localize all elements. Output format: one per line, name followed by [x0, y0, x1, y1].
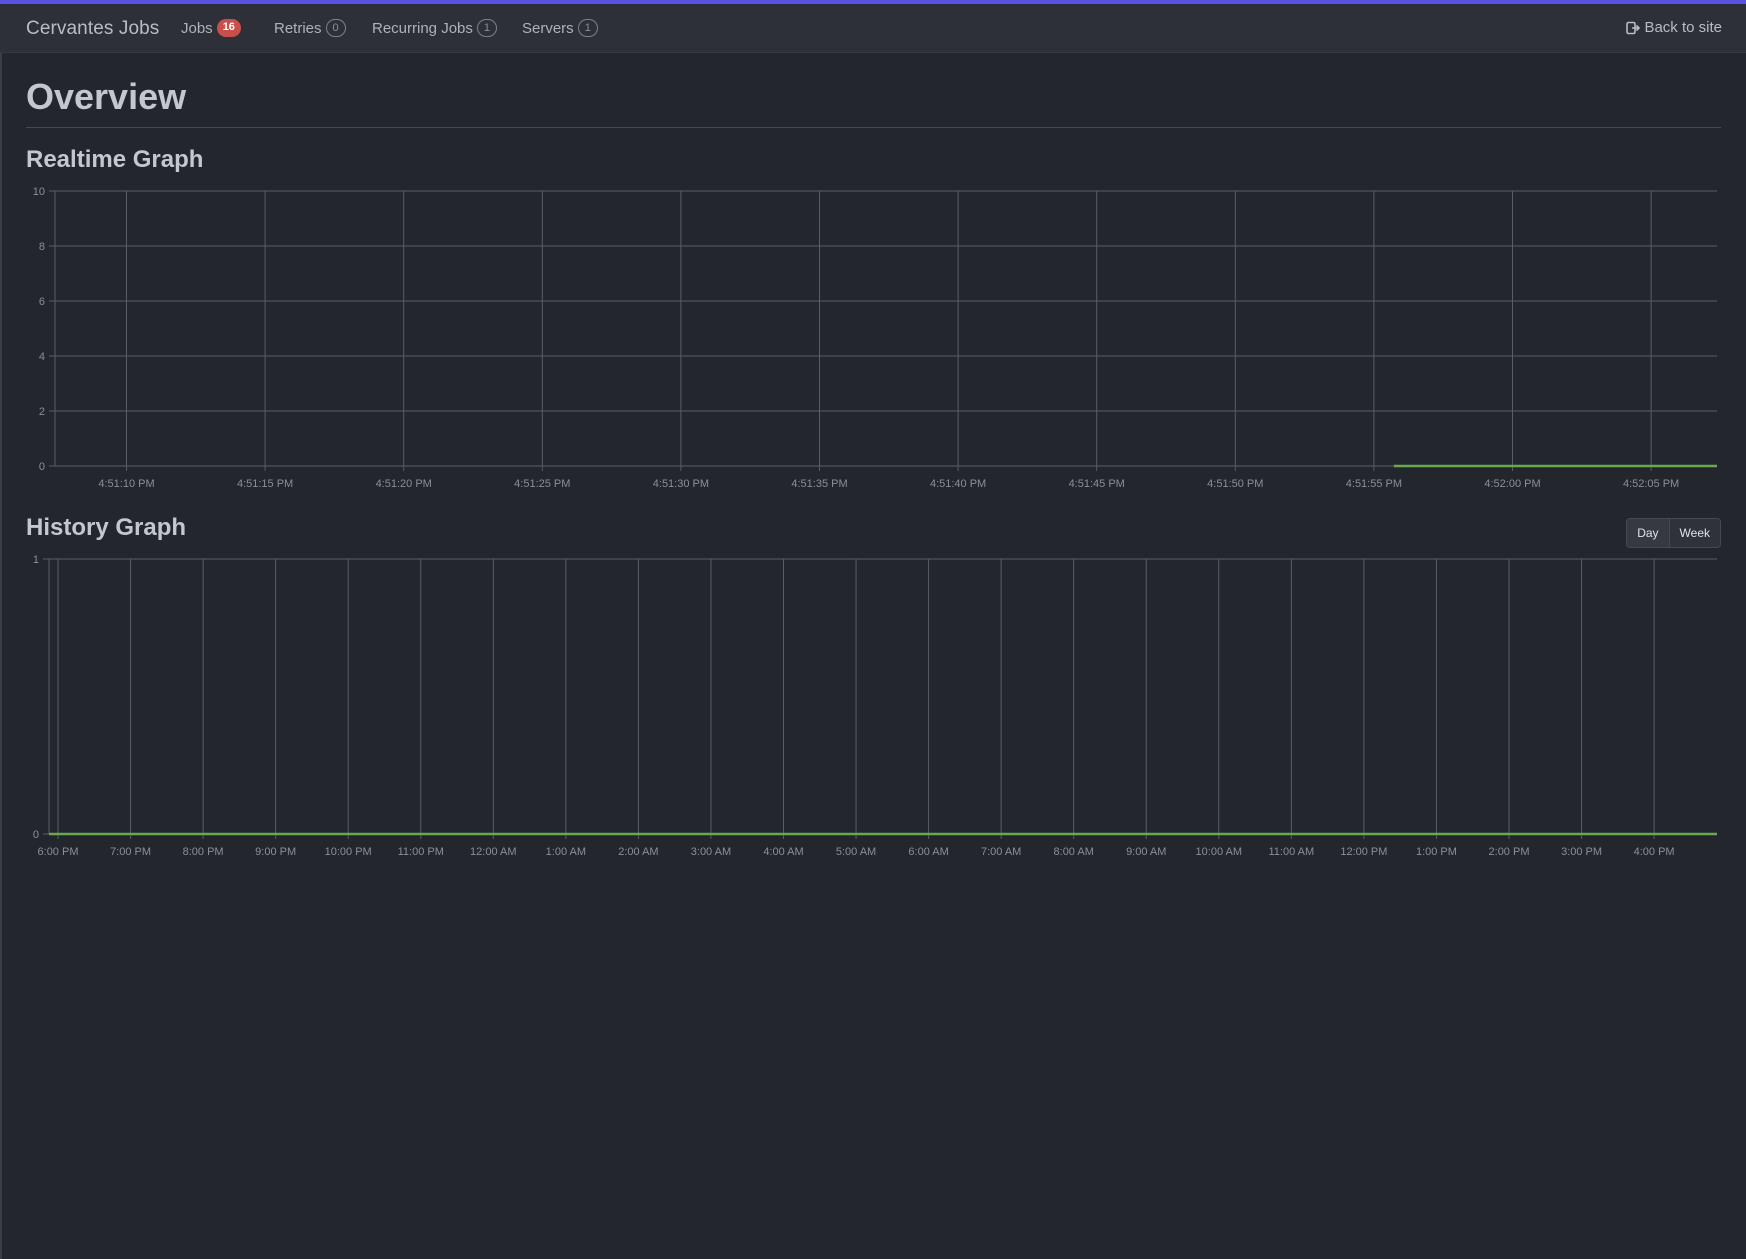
nav-item-retries[interactable]: Retries 0 [274, 19, 346, 37]
back-to-site-label: Back to site [1644, 19, 1722, 36]
retries-count-badge: 0 [325, 19, 346, 37]
x-tick-label: 1:00 AM [546, 846, 586, 858]
nav-item-servers[interactable]: Servers 1 [522, 19, 598, 37]
x-tick-label: 8:00 PM [183, 846, 224, 858]
title-divider [26, 127, 1721, 128]
x-tick-label: 4:51:55 PM [1346, 478, 1402, 490]
sign-out-icon [1626, 21, 1641, 34]
x-tick-label: 10:00 PM [325, 846, 372, 858]
navbar: Cervantes Jobs Jobs 16 Retries 0 Recurri… [0, 4, 1746, 53]
history-graph: 0 1 6:00 PM 7:00 PM 8:00 PM 9:00 PM 10:00 PM 11… [33, 554, 1717, 858]
x-tick-label: 4:51:25 PM [514, 478, 570, 490]
x-tick-label: 4:51:40 PM [930, 478, 986, 490]
realtime-graph: 0 2 4 6 8 10 4:51:10 PM 4:51:15 PM 4:51:20 PM 4:5… [33, 186, 1717, 490]
x-tick-label: 9:00 PM [255, 846, 296, 858]
x-tick-label: 10:00 AM [1196, 846, 1242, 858]
y-tick-label: 1 [33, 554, 39, 566]
x-tick-label: 2:00 AM [618, 846, 658, 858]
week-range-button[interactable]: Week [1668, 519, 1720, 547]
nav-item-label: Recurring Jobs [372, 19, 473, 37]
history-graph-title: History Graph [26, 514, 187, 541]
day-range-button[interactable]: Day [1627, 519, 1669, 547]
x-tick-label: 12:00 PM [1340, 846, 1387, 858]
y-tick-label: 2 [39, 406, 45, 418]
x-tick-label: 12:00 AM [470, 846, 516, 858]
nav-item-recurring-jobs[interactable]: Recurring Jobs 1 [372, 19, 498, 37]
y-tick-label: 8 [39, 241, 45, 253]
x-tick-label: 9:00 AM [1126, 846, 1166, 858]
nav-item-jobs[interactable]: Jobs 16 [181, 19, 241, 37]
x-tick-label: 4:00 PM [1634, 846, 1675, 858]
x-tick-label: 4:51:35 PM [791, 478, 847, 490]
recurring-jobs-count-badge: 1 [476, 19, 498, 37]
x-tick-label: 4:00 AM [763, 846, 803, 858]
x-tick-label: 4:52:05 PM [1623, 478, 1679, 490]
x-tick-label: 1:00 PM [1416, 846, 1457, 858]
page-title: Overview [26, 76, 187, 117]
y-tick-label: 0 [33, 829, 39, 841]
x-tick-label: 6:00 PM [38, 846, 79, 858]
servers-count-badge: 1 [577, 19, 598, 37]
x-tick-label: 8:00 AM [1054, 846, 1094, 858]
history-range-toggle: Day Week [1626, 518, 1721, 548]
nav-item-label: Servers [522, 19, 574, 37]
jobs-count-badge: 16 [216, 19, 241, 37]
x-tick-label: 5:00 AM [836, 846, 876, 858]
y-tick-label: 0 [39, 461, 45, 473]
x-tick-label: 3:00 PM [1561, 846, 1602, 858]
nav-item-label: Retries [274, 19, 322, 37]
x-tick-label: 7:00 PM [110, 846, 151, 858]
x-tick-label: 4:51:45 PM [1069, 478, 1125, 490]
x-tick-label: 11:00 AM [1269, 846, 1315, 858]
x-tick-label: 2:00 PM [1489, 846, 1530, 858]
x-tick-label: 7:00 AM [981, 846, 1021, 858]
realtime-graph-title: Realtime Graph [26, 146, 204, 173]
x-tick-label: 4:51:20 PM [376, 478, 432, 490]
nav-item-label: Jobs [181, 19, 213, 37]
y-tick-label: 4 [39, 351, 45, 363]
x-tick-label: 4:52:00 PM [1484, 478, 1540, 490]
x-tick-label: 4:51:15 PM [237, 478, 293, 490]
y-tick-label: 10 [33, 186, 45, 198]
x-tick-label: 6:00 AM [908, 846, 948, 858]
x-tick-label: 3:00 AM [691, 846, 731, 858]
x-tick-label: 11:00 PM [398, 846, 444, 858]
brand-link[interactable]: Cervantes Jobs [26, 18, 159, 40]
back-to-site-link[interactable]: Back to site [1626, 19, 1722, 36]
y-tick-label: 6 [39, 296, 45, 308]
x-tick-label: 4:51:10 PM [98, 478, 154, 490]
x-tick-label: 4:51:30 PM [653, 478, 709, 490]
x-tick-label: 4:51:50 PM [1207, 478, 1263, 490]
